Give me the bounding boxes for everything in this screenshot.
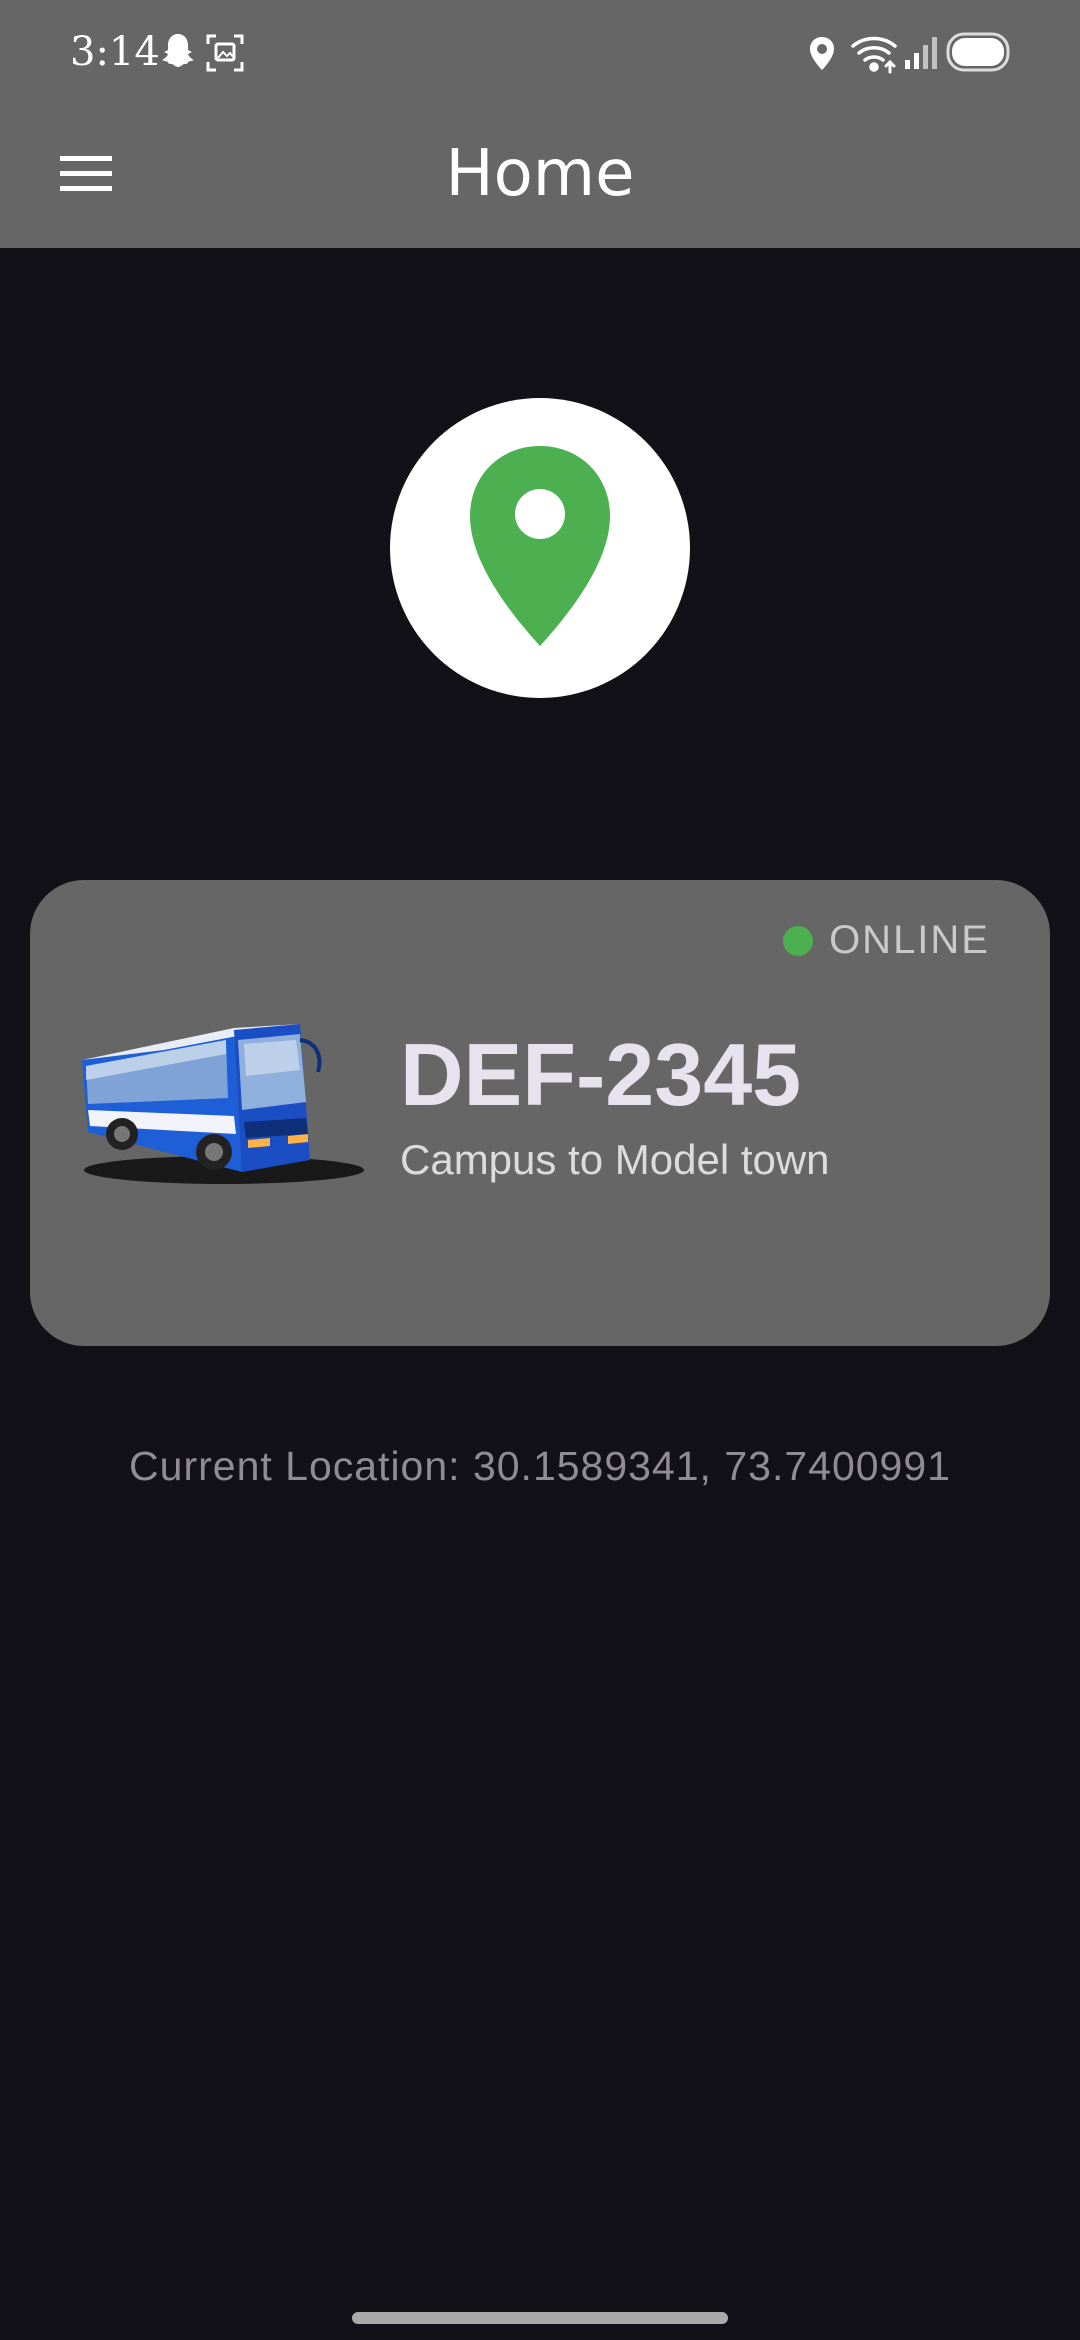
- status-text: ONLINE: [829, 918, 990, 962]
- bus-route: Campus to Model town: [400, 1136, 830, 1183]
- page-title: Home: [445, 137, 635, 211]
- signal-icon: [904, 36, 940, 74]
- status-time: 3:14: [70, 29, 160, 75]
- app-bar: Home: [0, 104, 1080, 248]
- status-badge: ONLINE: [783, 918, 990, 963]
- current-location-text: Current Location: 30.1589341, 73.7400991: [129, 1443, 951, 1489]
- screenshot-icon: [206, 34, 244, 76]
- bus-card[interactable]: ONLINE DEF-2345 Campus to Model town: [30, 880, 1050, 1346]
- battery-icon: [946, 32, 1010, 76]
- location-indicator: [390, 398, 690, 698]
- map-pin-icon: [468, 444, 612, 652]
- status-bar: 3:14: [0, 0, 1080, 104]
- bus-plate-number: DEF-2345: [400, 1025, 802, 1124]
- online-dot: [783, 925, 814, 956]
- snapchat-icon: [160, 32, 196, 76]
- home-indicator[interactable]: [352, 2312, 728, 2324]
- location-icon: [808, 36, 836, 76]
- bus-illustration: [74, 1010, 364, 1200]
- wifi-icon: [850, 34, 898, 78]
